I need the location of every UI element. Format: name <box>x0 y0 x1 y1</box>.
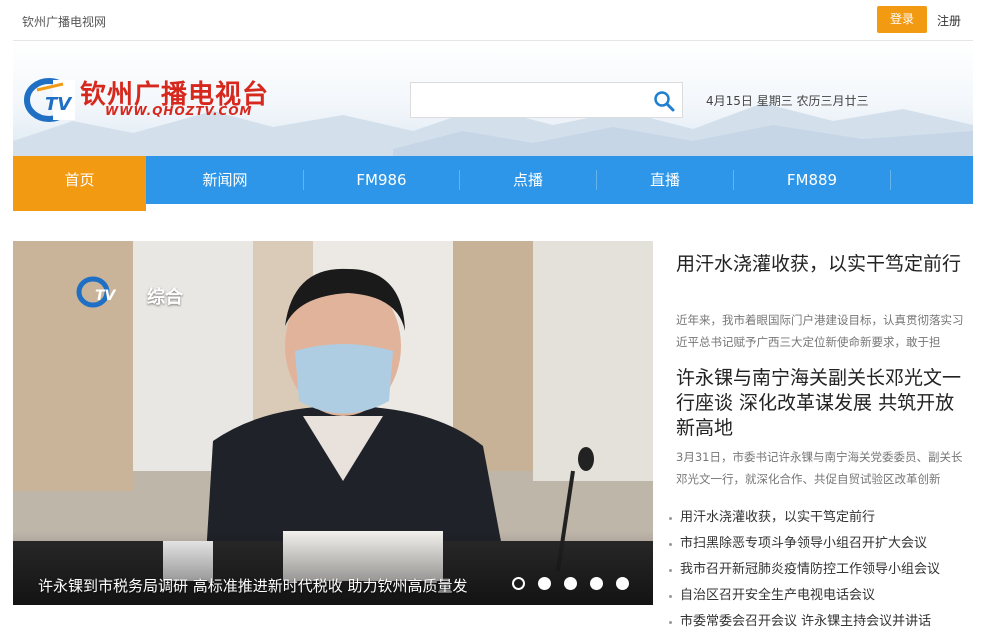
date-display: 4月15日 星期三 农历三月廿三 <box>706 94 869 108</box>
nav-divider <box>890 170 891 190</box>
news-list-item[interactable]: 我市召开新冠肺炎疫情防控工作领导小组会议 <box>667 557 967 583</box>
search-input[interactable] <box>411 83 641 117</box>
news-list-item[interactable]: 市扫黑除恶专项斗争领导小组召开扩大会议 <box>667 531 967 557</box>
nav-item-fm889[interactable]: FM889 <box>734 156 890 204</box>
nav-item-fm986[interactable]: FM986 <box>304 156 459 204</box>
site-name[interactable]: 钦州广播电视网 <box>22 13 106 30</box>
feature-title[interactable]: 用汗水浇灌收获，以实干笃定前行 <box>676 252 972 277</box>
nav-item-vod[interactable]: 点播 <box>460 156 596 204</box>
nav-item-home[interactable]: 首页 <box>13 156 146 211</box>
qtv-logo-icon: TV <box>24 78 75 122</box>
feature-summary: 近年来，我市着眼国际门户港建设目标，认真贯彻落实习近平总书记赋予广西三大定位新使… <box>676 313 964 349</box>
feature-title[interactable]: 许永锞与南宁海关副关长邓光文一行座谈 深化改革谋发展 共筑开放新高地 <box>676 366 972 441</box>
channel-logo-icon: TV <box>76 276 117 308</box>
svg-text:TV: TV <box>95 288 117 304</box>
header-banner: TV 钦州广播电视台 WWW.QHOZTV.COM 4月15日 星期三 农历三月… <box>13 41 973 156</box>
slide-dot[interactable] <box>512 577 525 590</box>
nav-item-news[interactable]: 新闻网 <box>147 156 303 204</box>
login-button[interactable]: 登录 <box>877 6 927 33</box>
site-logo[interactable]: TV 钦州广播电视台 WWW.QHOZTV.COM <box>23 74 303 122</box>
search-box <box>410 82 683 118</box>
top-bar: 钦州广播电视网 登录 注册 <box>13 0 973 41</box>
main-nav: 首页 新闻网 FM986 点播 直播 FM889 <box>13 156 973 211</box>
slide-dot[interactable] <box>564 577 577 590</box>
nav-item-live[interactable]: 直播 <box>597 156 733 204</box>
news-list-item[interactable]: 自治区召开安全生产电视电话会议 <box>667 583 967 609</box>
feature-summary: 3月31日，市委书记许永锞与南宁海关党委委员、副关长邓光文一行，就深化合作、共促… <box>676 450 963 486</box>
search-icon[interactable] <box>652 89 676 113</box>
channel-label: 综合 <box>147 287 183 308</box>
logo-url: WWW.QHOZTV.COM <box>105 104 253 118</box>
news-list-item[interactable]: 用汗水浇灌收获，以实干笃定前行 <box>667 505 967 531</box>
slide-dot[interactable] <box>590 577 603 590</box>
register-link[interactable]: 注册 <box>937 12 961 29</box>
news-list-item[interactable]: 市委常委会召开会议 许永锞主持会议并讲话 <box>667 609 967 635</box>
slide-dot[interactable] <box>538 577 551 590</box>
headline-slideshow[interactable]: TV 综合 许永锞到市税务局调研 高标准推进新时代税收 助力钦州高质量发 <box>13 241 653 605</box>
news-list: 用汗水浇灌收获，以实干笃定前行 市扫黑除恶专项斗争领导小组召开扩大会议 我市召开… <box>667 505 967 635</box>
slide-caption[interactable]: 许永锞到市税务局调研 高标准推进新时代税收 助力钦州高质量发 <box>38 575 468 596</box>
svg-text:TV: TV <box>45 94 73 115</box>
slide-dot[interactable] <box>616 577 629 590</box>
